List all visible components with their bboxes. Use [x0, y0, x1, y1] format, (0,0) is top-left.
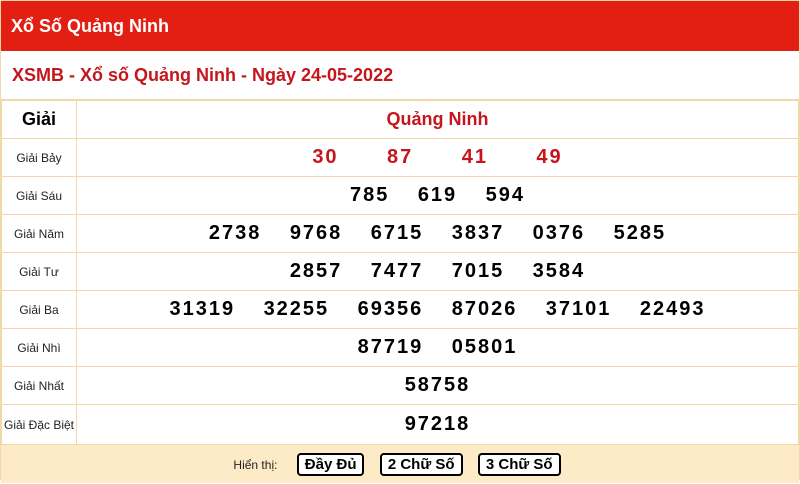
prize-number: 594 — [485, 184, 526, 206]
prize-number: 3584 — [532, 260, 586, 282]
prize-number: 7477 — [370, 260, 424, 282]
prize-number: 619 — [417, 184, 458, 206]
prize-numbers: 30 87 41 49 — [76, 138, 799, 177]
prize-numbers: 97218 — [76, 404, 799, 445]
province-column-header: Quảng Ninh — [76, 100, 799, 139]
header-title: Xổ Số Quảng Ninh — [11, 16, 169, 36]
prize-column-header: Giải — [1, 100, 77, 139]
prize-number: 37101 — [545, 298, 612, 320]
prize-numbers: 2857 7477 7015 3584 — [76, 252, 799, 291]
prize-number: 32255 — [263, 298, 330, 320]
prize-number: 69356 — [357, 298, 424, 320]
prize-number: 31319 — [169, 298, 236, 320]
special-prize-number: 97218 — [404, 413, 471, 435]
prize-number: 7015 — [451, 260, 505, 282]
page-header: Xổ Số Quảng Ninh — [1, 1, 799, 51]
prize-numbers: 2738 9768 6715 3837 0376 5285 — [76, 214, 799, 253]
results-panel: Xổ Số Quảng Ninh XSMB - Xổ số Quảng Ninh… — [0, 0, 800, 483]
prize-number: 6715 — [370, 222, 424, 244]
results-subtitle: XSMB - Xổ số Quảng Ninh - Ngày 24-05-202… — [1, 51, 799, 100]
prize-number: 22493 — [639, 298, 706, 320]
prize-name: Giải Tư — [1, 252, 77, 291]
three-digit-button[interactable]: 3 Chữ Số — [477, 453, 561, 477]
prize-number: 785 — [349, 184, 390, 206]
prize-numbers: 31319 32255 69356 87026 37101 22493 — [76, 290, 799, 329]
prize-number: 2857 — [289, 260, 343, 282]
subtitle-link[interactable]: XSMB - Xổ số Quảng Ninh - Ngày 24-05-202… — [12, 65, 393, 85]
table-row: Giải Sáu 785 619 594 — [1, 176, 799, 215]
prize-name: Giải Ba — [1, 290, 77, 329]
prize-number: 87719 — [357, 336, 424, 358]
prize-number: 41 — [461, 146, 488, 168]
prize-number: 30 — [312, 146, 339, 168]
prize-name: Giải Bảy — [1, 138, 77, 177]
prize-numbers: 87719 05801 — [76, 328, 799, 367]
prize-number: 87 — [387, 146, 414, 168]
prize-number: 9768 — [289, 222, 343, 244]
prize-name: Giải Nhất — [1, 366, 77, 405]
table-row: Giải Nhì 87719 05801 — [1, 328, 799, 367]
table-row: Giải Nhất 58758 — [1, 366, 799, 405]
table-row: Giải Ba 31319 32255 69356 87026 37101 22… — [1, 290, 799, 329]
table-row: Giải Đặc Biệt 97218 — [1, 404, 799, 445]
prize-numbers: 785 619 594 — [76, 176, 799, 215]
prize-numbers: 58758 — [76, 366, 799, 405]
prize-name: Giải Sáu — [1, 176, 77, 215]
full-display-button[interactable]: Đầy Đủ — [296, 453, 365, 477]
prize-number: 2738 — [208, 222, 262, 244]
prize-number: 3837 — [451, 222, 505, 244]
table-row: Giải Tư 2857 7477 7015 3584 — [1, 252, 799, 291]
prize-name: Giải Nhì — [1, 328, 77, 367]
prize-number: 05801 — [451, 336, 518, 358]
display-options-bar: Hiển thị: Đầy Đủ 2 Chữ Số 3 Chữ Số — [1, 445, 799, 483]
results-table: Giải Quảng Ninh Giải Bảy 30 87 41 49 Giả… — [1, 100, 799, 445]
prize-number: 0376 — [532, 222, 586, 244]
table-header-row: Giải Quảng Ninh — [1, 100, 799, 139]
prize-number: 5285 — [613, 222, 667, 244]
table-row: Giải Bảy 30 87 41 49 — [1, 138, 799, 177]
prize-name: Giải Đặc Biệt — [1, 404, 77, 445]
display-label: Hiển thị: — [233, 457, 278, 472]
prize-number: 87026 — [451, 298, 518, 320]
prize-number: 49 — [536, 146, 563, 168]
prize-number: 58758 — [404, 374, 471, 396]
prize-name: Giải Năm — [1, 214, 77, 253]
table-row: Giải Năm 2738 9768 6715 3837 0376 5285 — [1, 214, 799, 253]
two-digit-button[interactable]: 2 Chữ Số — [379, 453, 463, 477]
